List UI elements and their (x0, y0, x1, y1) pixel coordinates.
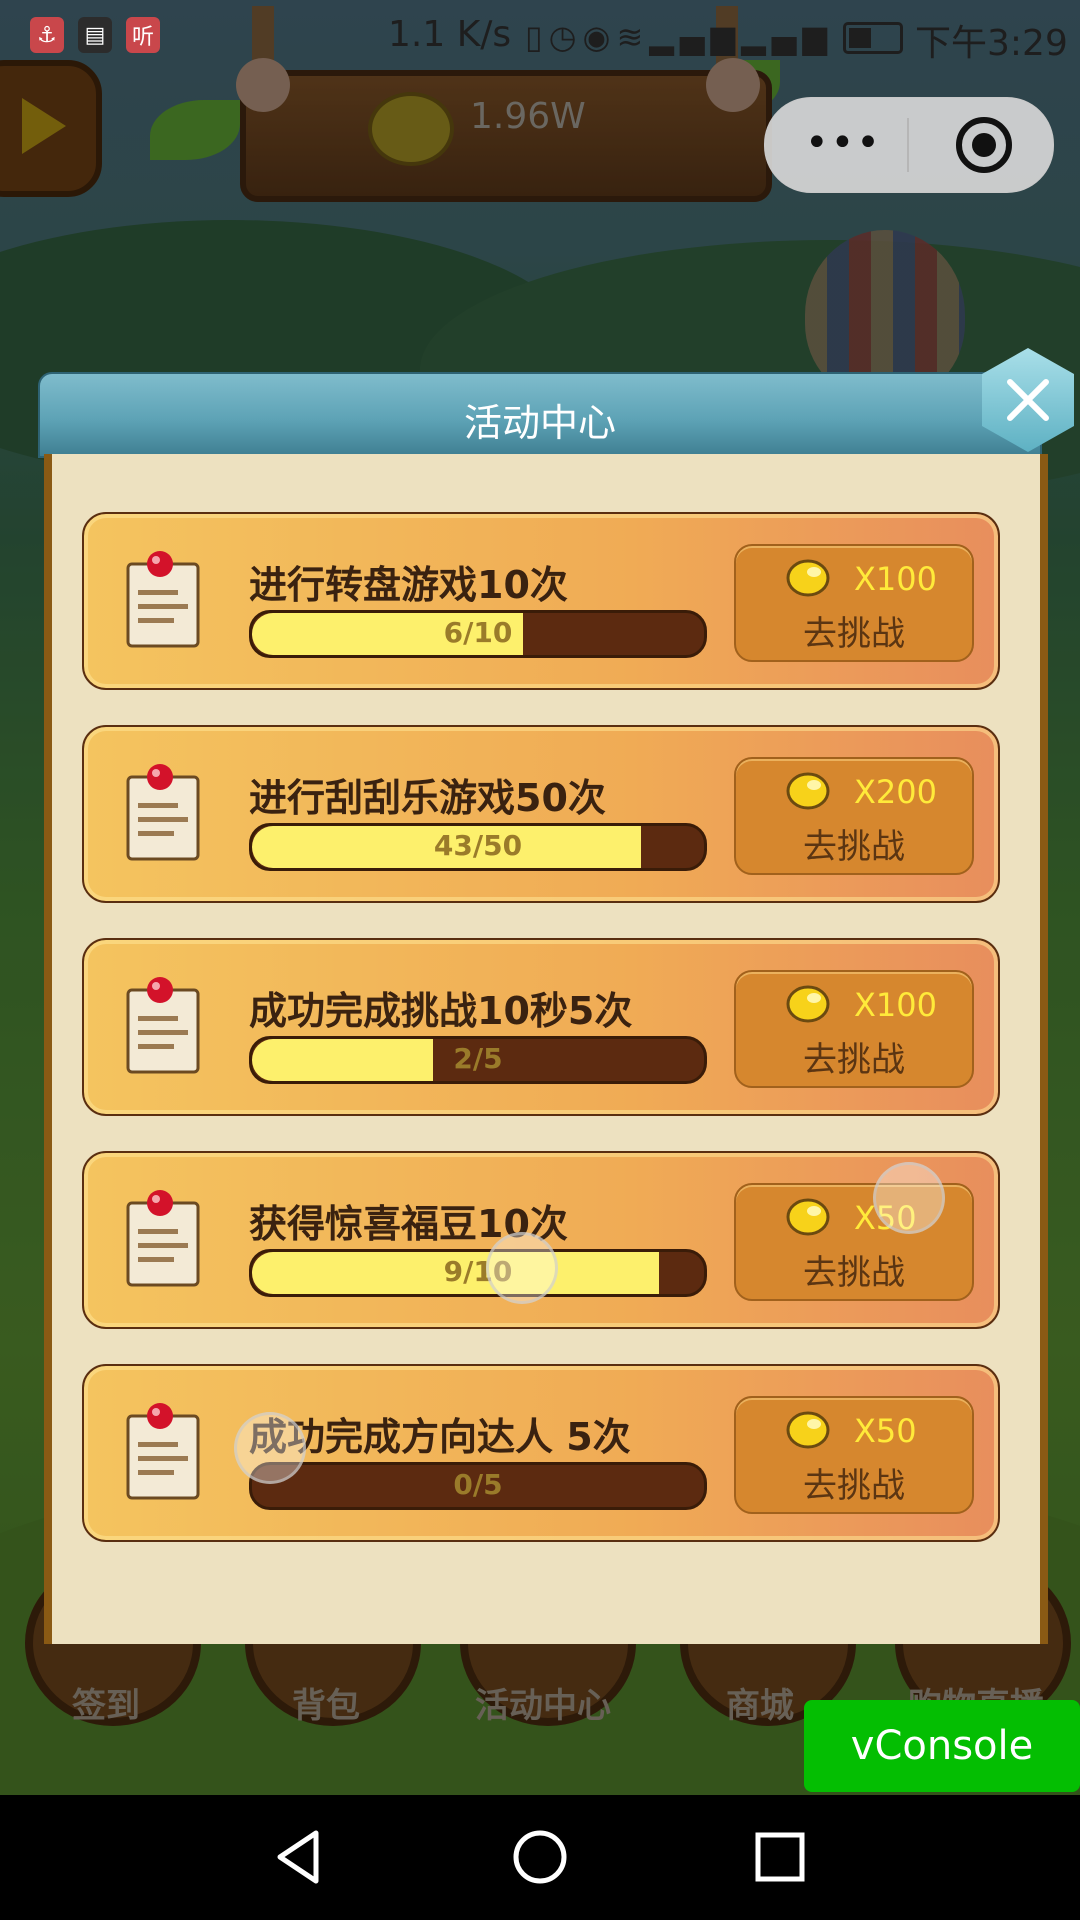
progress-text: 43/50 (433, 829, 523, 862)
modal-header: 活动中心 (38, 372, 1042, 458)
challenge-button-label: 去挑战 (803, 827, 905, 867)
lucky-bean-icon (786, 1198, 830, 1236)
task-note-icon (126, 1190, 200, 1287)
task-title: 成功完成挑战10秒5次 (249, 989, 633, 1033)
wifi-icon: ≋ (616, 18, 650, 56)
alarm-icon: ◷ (548, 18, 583, 56)
app-icon: ⚓ (30, 17, 64, 53)
task-row: 成功完成方向达人 5次 0/5 X50 去挑战 (82, 1364, 1000, 1542)
ting-icon: 听 (126, 17, 160, 53)
challenge-button-label: 去挑战 (803, 1466, 905, 1506)
miniprogram-capsule: ••• (764, 97, 1054, 193)
task-title: 进行转盘游戏10次 (249, 563, 568, 607)
reward-amount: X200 (854, 773, 937, 811)
more-menu-button[interactable]: ••• (805, 120, 882, 166)
challenge-button[interactable]: X100 去挑战 (734, 544, 974, 662)
task-title: 成功完成方向达人 5次 (249, 1415, 631, 1459)
progress-text: 6/10 (443, 616, 513, 649)
modal-title: 活动中心 (463, 401, 616, 445)
lucky-bean-icon (786, 1411, 830, 1449)
progress-text: 2/5 (453, 1042, 503, 1075)
status-bar: ⚓ ▤ 听 1.1 K/s ▯◷◉≋▂▄▆▂▄▆ 下午3:29 (0, 0, 1080, 72)
task-row: 成功完成挑战10秒5次 2/5 X100 去挑战 (82, 938, 1000, 1116)
task-title: 进行刮刮乐游戏50次 (249, 776, 606, 820)
vibrate-icon: ▯ (525, 18, 549, 56)
close-icon (1007, 379, 1049, 421)
task-row: 进行刮刮乐游戏50次 43/50 X200 去挑战 (82, 725, 1000, 903)
task-progress-bar: 9/10 (249, 1249, 707, 1297)
task-row: 进行转盘游戏10次 6/10 X100 去挑战 (82, 512, 1000, 690)
task-progress-bar: 6/10 (249, 610, 707, 658)
task-progress-bar: 43/50 (249, 823, 707, 871)
challenge-button-label: 去挑战 (803, 1253, 905, 1293)
film-icon: ▤ (78, 17, 112, 53)
challenge-button-label: 去挑战 (803, 614, 905, 654)
system-nav-bar (0, 1795, 1080, 1920)
eye-icon: ◉ (582, 18, 617, 56)
touch-indicator (234, 1412, 306, 1484)
recent-apps-icon[interactable] (748, 1825, 812, 1889)
battery-icon (843, 22, 903, 54)
home-icon[interactable] (508, 1825, 572, 1889)
challenge-button[interactable]: X100 去挑战 (734, 970, 974, 1088)
close-miniprogram-button[interactable] (956, 117, 1012, 173)
task-progress-bar: 2/5 (249, 1036, 707, 1084)
task-note-icon (126, 764, 200, 861)
signal-icon: ▂▄▆ (649, 18, 742, 56)
status-time: 下午3:29 (915, 23, 1068, 64)
back-icon[interactable] (268, 1825, 332, 1889)
task-note-icon (126, 1403, 200, 1500)
progress-text: 0/5 (453, 1468, 503, 1501)
progress-text: 9/10 (443, 1255, 513, 1288)
reward-amount: X100 (854, 560, 937, 598)
challenge-button[interactable]: X50 去挑战 (734, 1396, 974, 1514)
lucky-bean-icon (786, 559, 830, 597)
lucky-bean-icon (786, 985, 830, 1023)
reward-amount: X100 (854, 986, 937, 1024)
status-icons: ▯◷◉≋▂▄▆▂▄▆ (525, 18, 833, 56)
lucky-bean-icon (786, 772, 830, 810)
challenge-button-label: 去挑战 (803, 1040, 905, 1080)
vconsole-button[interactable]: vConsole (804, 1700, 1080, 1792)
task-note-icon (126, 977, 200, 1074)
task-progress-bar: 0/5 (249, 1462, 707, 1510)
reward-amount: X50 (854, 1412, 917, 1450)
signal-icon: ▂▄▆ (741, 18, 833, 56)
challenge-button[interactable]: X200 去挑战 (734, 757, 974, 875)
capsule-divider (907, 118, 909, 172)
touch-indicator (873, 1162, 945, 1234)
touch-indicator (486, 1232, 558, 1304)
task-note-icon (126, 551, 200, 648)
network-speed: 1.1 K/s (388, 14, 512, 55)
